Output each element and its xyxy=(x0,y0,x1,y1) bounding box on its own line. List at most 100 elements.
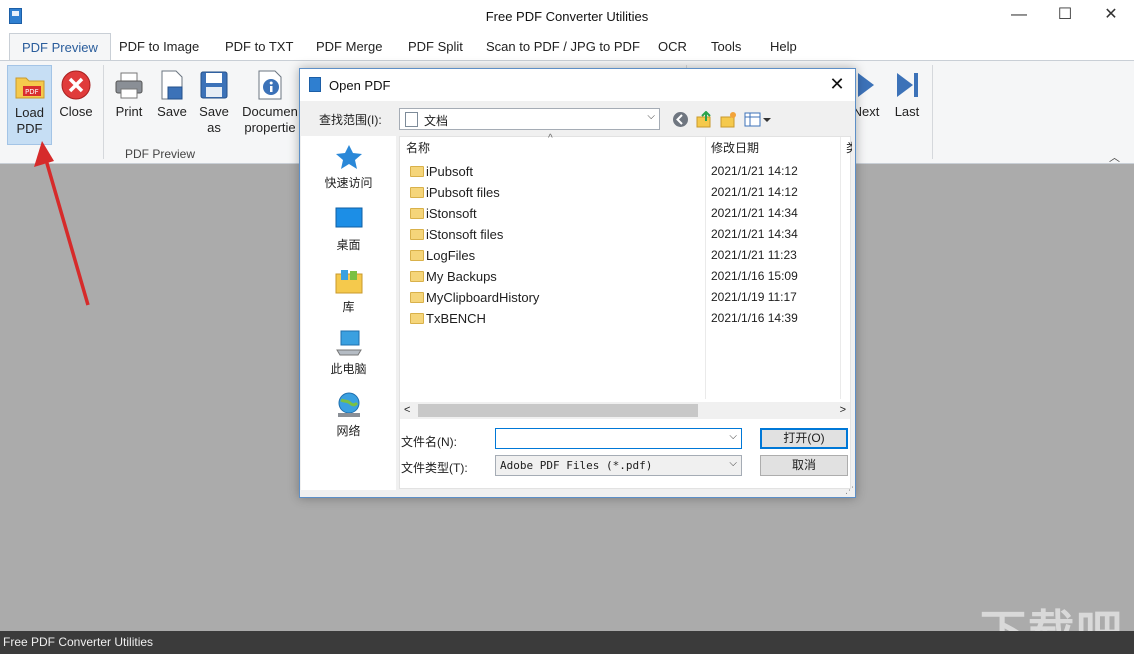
printer-icon xyxy=(113,69,145,101)
document-properties-button[interactable]: Documen propertie xyxy=(241,65,299,145)
resize-grip-icon[interactable]: ⋰ xyxy=(845,485,854,496)
file-row[interactable]: MyClipboardHistory 2021/1/19 11:17 xyxy=(400,287,840,308)
folder-icon xyxy=(410,250,424,261)
file-date: 2021/1/16 14:39 xyxy=(711,308,798,329)
folder-icon xyxy=(410,208,424,219)
folder-icon xyxy=(410,292,424,303)
close-window-button[interactable]: ✕ xyxy=(1088,0,1134,32)
horizontal-scrollbar[interactable]: < > xyxy=(400,402,850,419)
ribbon-divider xyxy=(103,65,104,159)
ribbon-group-label: PDF Preview xyxy=(125,147,195,161)
column-header-date[interactable]: 修改日期 xyxy=(711,137,759,159)
place-network[interactable]: 网络 xyxy=(301,392,396,439)
folder-icon xyxy=(410,313,424,324)
save-as-button[interactable]: Save as xyxy=(195,65,233,145)
column-divider xyxy=(840,137,841,399)
file-type-dropdown[interactable]: Adobe PDF Files (*.pdf) ⌵ xyxy=(495,455,742,476)
dialog-close-button[interactable]: ✕ xyxy=(825,73,849,97)
desktop-icon xyxy=(335,206,363,232)
tab-pdf-split[interactable]: PDF Split xyxy=(396,33,475,61)
file-name: TxBENCH xyxy=(426,308,486,329)
file-name-input[interactable]: ⌵ xyxy=(495,428,742,449)
dialog-app-icon xyxy=(309,77,321,92)
file-type-label: 文件类型(T): xyxy=(401,459,468,476)
file-date: 2021/1/21 14:12 xyxy=(711,182,798,203)
file-name: My Backups xyxy=(426,266,497,287)
folder-icon xyxy=(410,229,424,240)
file-row[interactable]: iStonsoft 2021/1/21 14:34 xyxy=(400,203,840,224)
tab-ocr[interactable]: OCR xyxy=(646,33,699,61)
file-name: LogFiles xyxy=(426,245,475,266)
folder-icon xyxy=(410,187,424,198)
column-header-type[interactable]: 类 xyxy=(846,137,852,159)
back-icon[interactable] xyxy=(672,111,689,131)
minimize-button[interactable]: — xyxy=(996,0,1042,32)
last-page-icon xyxy=(891,69,923,101)
tab-tools[interactable]: Tools xyxy=(699,33,753,61)
file-row[interactable]: iStonsoft files 2021/1/21 14:34 xyxy=(400,224,840,245)
folder-icon xyxy=(410,271,424,282)
file-date: 2021/1/21 14:34 xyxy=(711,224,798,245)
tab-pdf-merge[interactable]: PDF Merge xyxy=(304,33,394,61)
last-page-button[interactable]: Last xyxy=(890,65,924,135)
look-in-dropdown[interactable]: 文档 ⌵ xyxy=(399,108,660,130)
tab-scan-to-pdf[interactable]: Scan to PDF / JPG to PDF xyxy=(474,33,652,61)
network-globe-icon xyxy=(335,392,363,418)
file-row[interactable]: iPubsoft 2021/1/21 14:12 xyxy=(400,161,840,182)
dialog-title-bar: Open PDF ✕ xyxy=(300,69,855,101)
save-as-label-1: Save xyxy=(195,104,233,120)
maximize-button[interactable]: ☐ xyxy=(1042,0,1088,32)
dialog-title: Open PDF xyxy=(329,78,390,93)
look-in-value: 文档 xyxy=(424,112,448,129)
open-button[interactable]: 打开(O) xyxy=(760,428,848,449)
chevron-down-icon: ⌵ xyxy=(729,458,737,469)
print-button[interactable]: Print xyxy=(110,65,148,135)
tab-pdf-to-txt[interactable]: PDF to TXT xyxy=(213,33,305,61)
close-red-icon xyxy=(60,69,92,101)
close-label: Close xyxy=(56,104,96,120)
place-this-pc[interactable]: 此电脑 xyxy=(301,330,396,377)
tab-pdf-preview[interactable]: PDF Preview xyxy=(9,33,111,62)
new-folder-icon[interactable] xyxy=(720,111,737,131)
file-row[interactable]: LogFiles 2021/1/21 11:23 xyxy=(400,245,840,266)
file-name-label: 文件名(N): xyxy=(401,433,457,450)
load-pdf-button[interactable]: PDF Load PDF xyxy=(7,65,52,145)
place-label: 快速访问 xyxy=(301,174,396,191)
window-title: Free PDF Converter Utilities xyxy=(0,9,1134,24)
scroll-left-icon[interactable]: < xyxy=(404,402,410,419)
folder-icon xyxy=(410,166,424,177)
cancel-button[interactable]: 取消 xyxy=(760,455,848,476)
computer-icon xyxy=(335,330,363,356)
file-row[interactable]: My Backups 2021/1/16 15:09 xyxy=(400,266,840,287)
file-name: iPubsoft files xyxy=(426,182,500,203)
print-label: Print xyxy=(110,104,148,120)
file-row[interactable]: iPubsoft files 2021/1/21 14:12 xyxy=(400,182,840,203)
view-menu-icon[interactable] xyxy=(744,111,772,131)
ribbon-divider xyxy=(932,65,933,159)
load-pdf-label-1: Load xyxy=(8,105,51,121)
tab-help[interactable]: Help xyxy=(758,33,809,61)
file-date: 2021/1/19 11:17 xyxy=(711,287,797,308)
chevron-down-icon: ⌵ xyxy=(647,111,655,122)
collapse-ribbon-icon[interactable]: ︿ xyxy=(1109,149,1120,165)
place-label: 网络 xyxy=(301,422,396,439)
close-pdf-button[interactable]: Close xyxy=(56,65,96,135)
scroll-right-icon[interactable]: > xyxy=(840,402,846,419)
save-button[interactable]: Save xyxy=(153,65,191,135)
ribbon-tabs: PDF Preview PDF to Image PDF to TXT PDF … xyxy=(0,32,1134,60)
place-libraries[interactable]: 库 xyxy=(301,268,396,315)
file-row[interactable]: TxBENCH 2021/1/16 14:39 xyxy=(400,308,840,329)
folder-pdf-icon: PDF xyxy=(14,70,46,102)
place-quick-access[interactable]: 快速访问 xyxy=(301,144,396,191)
tab-pdf-to-image[interactable]: PDF to Image xyxy=(107,33,211,61)
file-date: 2021/1/21 14:34 xyxy=(711,203,798,224)
look-in-label: 查找范围(I): xyxy=(319,111,382,128)
scrollbar-thumb[interactable] xyxy=(418,404,698,417)
file-name: iStonsoft xyxy=(426,203,477,224)
file-date: 2021/1/16 15:09 xyxy=(711,266,798,287)
column-header-name[interactable]: 名称 xyxy=(406,137,430,159)
star-icon xyxy=(335,144,363,170)
up-folder-icon[interactable] xyxy=(696,111,713,131)
place-desktop[interactable]: 桌面 xyxy=(301,206,396,253)
file-date: 2021/1/21 11:23 xyxy=(711,245,797,266)
